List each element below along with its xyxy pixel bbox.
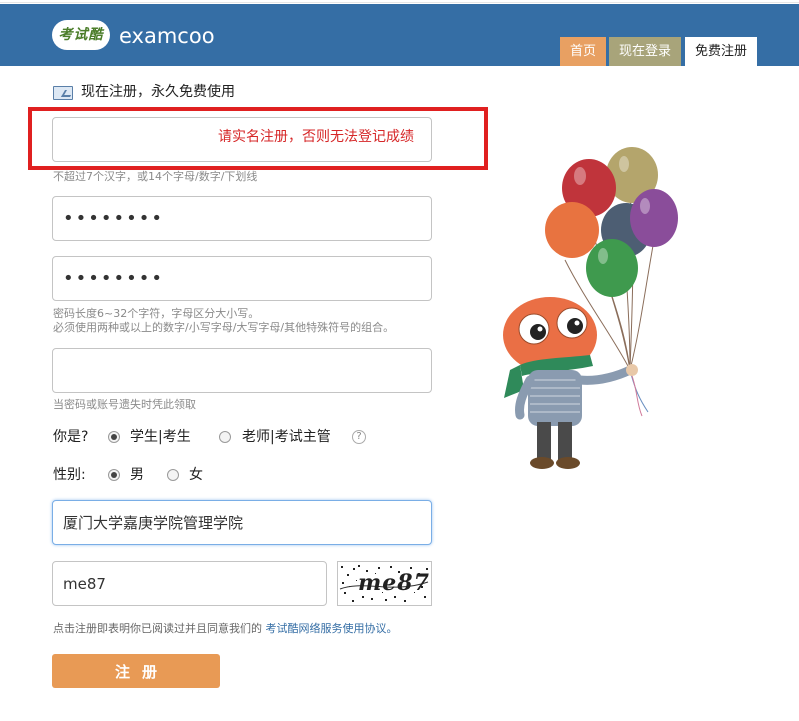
name-warning: 请实名注册，否则无法登记成绩 (218, 129, 414, 145)
recovery-input[interactable] (52, 348, 432, 393)
school-input[interactable] (52, 500, 432, 545)
role-teacher-radio[interactable] (219, 431, 231, 443)
name-hint: 不超过7个汉字，或14个字母/数字/下划线 (53, 170, 258, 183)
gender-male-label[interactable]: 男 (130, 465, 144, 485)
gender-female-label[interactable]: 女 (189, 465, 203, 485)
password-hint-complexity: 必须使用两种或以上的数字/小写字母/大写字母/其他特殊符号的组合。 (53, 321, 395, 334)
logo-badge[interactable]: 考试酷 (52, 20, 110, 50)
recovery-hint: 当密码或账号遗失时凭此领取 (53, 398, 196, 411)
captcha-image[interactable]: me87 (337, 561, 432, 606)
role-student-radio[interactable] (108, 431, 120, 443)
tab-home[interactable]: 首页 (560, 37, 606, 66)
tab-register[interactable]: 免费注册 (685, 37, 757, 66)
role-student-label[interactable]: 学生|考生 (130, 427, 191, 447)
top-border (0, 0, 799, 3)
register-button[interactable]: 注册 (52, 654, 220, 688)
password-confirm-input[interactable] (52, 256, 432, 301)
gender-female-radio[interactable] (167, 469, 179, 481)
register-form-icon (53, 86, 73, 100)
form-intro: 现在注册，永久免费使用 (81, 84, 235, 100)
balloons (545, 147, 678, 297)
agreement-text: 点击注册即表明你已阅读过并且同意我们的 考试酷网络服务使用协议。 (53, 621, 398, 636)
role-teacher-label[interactable]: 老师|考试主管 (242, 427, 331, 447)
agreement-link[interactable]: 考试酷网络服务使用协议。 (266, 622, 398, 635)
captcha-text: me87 (358, 570, 430, 596)
gender-label: 性别: (53, 467, 86, 483)
balloon-mascot-illustration (503, 147, 678, 469)
password-input[interactable] (52, 196, 432, 241)
mascot-character (503, 297, 638, 469)
captcha-input[interactable] (52, 561, 327, 606)
password-hint-length: 密码长度6~32个字符，字母区分大小写。 (53, 307, 260, 320)
role-label: 你是? (53, 429, 89, 445)
gender-male-radio[interactable] (108, 469, 120, 481)
agreement-prefix: 点击注册即表明你已阅读过并且同意我们的 (53, 622, 262, 635)
tab-login[interactable]: 现在登录 (609, 37, 681, 66)
logo-text[interactable]: examcoo (119, 23, 215, 49)
help-icon[interactable]: ? (352, 430, 366, 444)
